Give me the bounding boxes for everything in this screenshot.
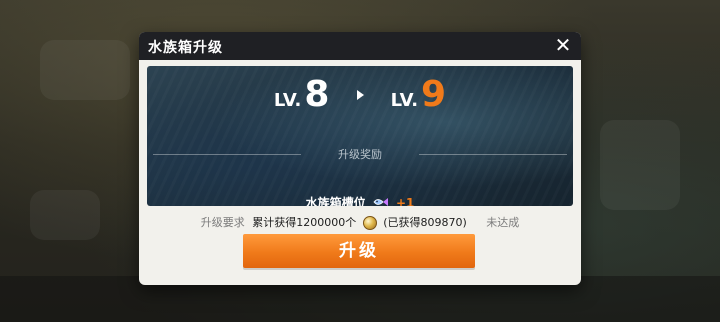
requirement-row: 升级要求 累计获得1200000个 (已获得809870) 未达成: [139, 214, 581, 230]
level-banner: LV.8 LV.9 升级奖励 水族箱槽位 +1: [147, 66, 573, 206]
requirement-label: 升级要求: [200, 216, 245, 229]
dialog-header: 水族箱升级 ✕: [139, 32, 581, 60]
requirement-target: 累计获得1200000个: [252, 216, 357, 229]
requirement-status: 未达成: [486, 216, 520, 229]
close-icon[interactable]: ✕: [551, 33, 575, 57]
level-change: LV.8 LV.9: [147, 74, 573, 115]
fish-tank-slot-icon: [373, 196, 389, 206]
current-level-prefix: LV.: [273, 90, 302, 111]
arrow-right-icon: [356, 90, 364, 100]
reward-item: 水族箱槽位 +1: [147, 194, 573, 206]
next-level-prefix: LV.: [390, 90, 419, 111]
shell-coin-icon: [362, 216, 377, 230]
next-level-number: 9: [421, 74, 447, 115]
current-level-number: 8: [304, 74, 330, 115]
upgrade-dialog: 水族箱升级 ✕ LV.8 LV.9 升级奖励 水族箱槽位 +1 升级要求 累计获…: [139, 32, 581, 285]
reward-label: 水族箱槽位: [305, 196, 366, 206]
reward-header: 升级奖励: [147, 146, 573, 162]
divider: [419, 154, 567, 155]
reward-bonus: +1: [395, 196, 415, 206]
requirement-progress: (已获得809870): [383, 216, 467, 229]
dialog-title: 水族箱升级: [148, 40, 223, 56]
upgrade-button[interactable]: 升级: [243, 234, 475, 268]
